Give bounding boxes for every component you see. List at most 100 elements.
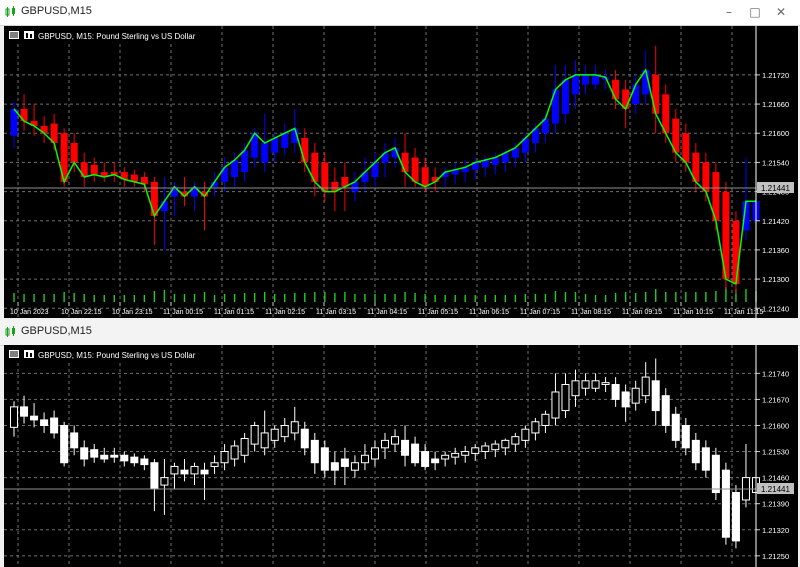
candle-body <box>721 469 730 538</box>
candle-body <box>711 454 720 494</box>
close-icon[interactable]: ✕ <box>770 3 792 21</box>
candle-body <box>682 133 690 163</box>
candle-body <box>571 380 580 397</box>
candle-body <box>681 424 690 449</box>
candle-body <box>360 454 369 464</box>
y-tick-label: 1.21600 <box>762 421 789 430</box>
candle-body <box>210 462 219 467</box>
chart-window-1[interactable]: GBPUSD,M15 – □ ✕ 1.21720 1.21660 1.21600 1.… <box>0 0 800 320</box>
candle-body <box>431 458 440 464</box>
y-tick-label: 1.21660 <box>762 100 789 109</box>
candle-body <box>340 458 349 467</box>
candle-body <box>612 79 620 100</box>
x-tick-label: 11 Jan 09:15 <box>622 309 662 316</box>
candle-body <box>561 384 570 412</box>
candle-body <box>531 421 540 434</box>
maximize-icon[interactable]: □ <box>744 3 766 21</box>
x-tick-label: 11 Jan 07:15 <box>520 309 560 316</box>
candle-body <box>140 458 149 466</box>
y-tick-label: 1.21420 <box>762 217 789 226</box>
x-tick-label: 11 Jan 06:15 <box>469 309 509 316</box>
y-tick-label: 1.21460 <box>762 474 789 483</box>
candle-body <box>661 395 670 426</box>
y-tick-label: 1.21670 <box>762 395 789 404</box>
candle-body <box>501 439 510 449</box>
y-tick-label: 1.21240 <box>762 304 789 313</box>
title-bar-2[interactable]: GBPUSD,M15 <box>0 320 800 346</box>
candle-body <box>290 421 299 434</box>
title-bar-1[interactable]: GBPUSD,M15 – □ ✕ <box>0 0 800 26</box>
candle-body <box>561 79 569 114</box>
candle-body <box>281 133 289 148</box>
candle-body <box>190 465 199 475</box>
candle-body <box>90 449 99 458</box>
chart-header: GBPUSD, M15: Pound Sterling vs US Dollar <box>38 351 196 360</box>
candle-body <box>411 157 419 182</box>
y-tick-label: 1.21720 <box>762 71 789 80</box>
x-tick-label: 10 Jan 2023 <box>10 309 49 316</box>
candle-body <box>350 462 359 471</box>
price-label: 1.21441 <box>761 485 790 494</box>
candle-body <box>200 469 209 475</box>
candle-body <box>652 74 660 114</box>
candle-body <box>301 138 309 163</box>
candle-body <box>50 417 59 434</box>
candle-body <box>541 413 550 426</box>
y-tick-label: 1.21300 <box>762 275 789 284</box>
candle-body <box>421 167 429 187</box>
candle-body <box>551 391 560 419</box>
candle-body <box>481 445 490 453</box>
x-tick-label: 10 Jan 22:15 <box>61 309 102 316</box>
candle-body <box>731 492 740 542</box>
candle-body <box>280 424 289 438</box>
candle-body <box>180 469 189 475</box>
x-tick-label: 11 Jan 02:15 <box>265 309 305 316</box>
x-tick-label: 11 Jan 08:15 <box>571 309 611 316</box>
candle-body <box>632 84 640 105</box>
mt-chart-icon <box>5 6 15 17</box>
candle-body <box>370 447 379 460</box>
candle-body <box>441 454 450 460</box>
candle-body <box>411 443 420 464</box>
y-tick-label: 1.21250 <box>762 552 789 561</box>
y-tick-label: 1.21540 <box>762 158 789 167</box>
y-tick-label: 1.21390 <box>762 500 789 509</box>
candle-body <box>250 424 259 445</box>
candle-body <box>691 439 700 464</box>
y-tick-label: 1.21600 <box>762 129 789 138</box>
candle-body <box>631 387 640 404</box>
x-tick-label: 11 Jan 03:15 <box>316 309 356 316</box>
candle-body <box>511 436 520 445</box>
candle-body <box>401 439 410 456</box>
y-tick-label: 1.21530 <box>762 448 789 457</box>
candle-body <box>130 456 139 464</box>
y-tick-label: 1.21740 <box>762 369 789 378</box>
candle-body <box>20 406 29 417</box>
candle-body <box>451 452 460 458</box>
candle-body <box>100 454 109 460</box>
mt-chart-icon <box>5 326 15 337</box>
candle-body <box>261 142 269 163</box>
x-tick-label: 10 Jan 23:15 <box>112 309 153 316</box>
y-tick-label: 1.21320 <box>762 526 789 535</box>
candle-body <box>270 428 279 441</box>
candle-body <box>220 451 229 464</box>
chart-window-2[interactable]: GBPUSD,M15 1.21740 1.21670 1.21600 1.21530 1… <box>0 320 800 567</box>
candle-body <box>702 162 710 192</box>
candle-body <box>621 391 630 408</box>
chart-area-2[interactable]: 1.21740 1.21670 1.21600 1.21530 1.21460 1.213… <box>4 345 798 567</box>
chart-area-1[interactable]: 1.217201.216601.216001.215401.214801.214… <box>4 26 798 318</box>
candle-body <box>401 152 409 173</box>
candle-body <box>391 436 400 445</box>
candle-body <box>60 424 69 464</box>
candle-body <box>80 162 88 177</box>
minimize-icon[interactable]: – <box>718 3 740 21</box>
x-tick-label: 11 Jan 05:15 <box>418 309 458 316</box>
candle-body <box>651 380 660 412</box>
candle-body <box>601 382 610 386</box>
candle-body <box>150 462 159 490</box>
candle-body <box>641 376 650 397</box>
candle-body <box>592 74 600 85</box>
candle-body <box>170 465 179 475</box>
candle-body <box>150 181 158 216</box>
